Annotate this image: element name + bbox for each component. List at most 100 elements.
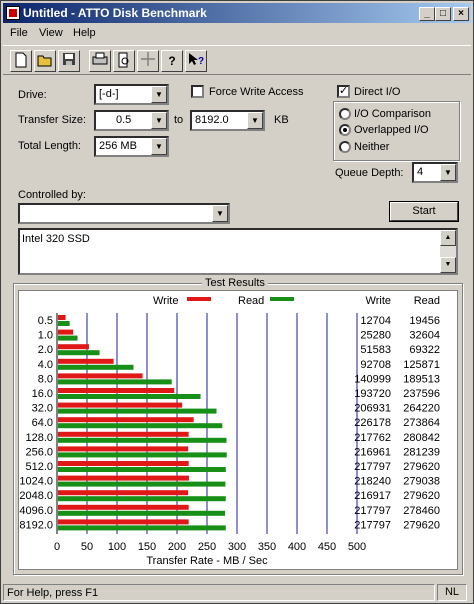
transfer-size-label: Transfer Size: (18, 114, 87, 126)
direct-io-label[interactable]: Direct I/O (354, 86, 400, 98)
transfer-from-select[interactable]: 0.5 ▼ (94, 110, 169, 131)
status-bar: For Help, press F1 NL (3, 583, 471, 602)
drive-label: Drive: (18, 89, 47, 101)
x-tick-label: 500 (348, 541, 366, 553)
neither-radio[interactable] (339, 141, 351, 153)
read-bar (58, 350, 100, 356)
total-length-select[interactable]: 256 MB ▼ (94, 136, 169, 157)
print-icon[interactable] (89, 50, 111, 72)
app-window: Untitled - ATTO Disk Benchmark _ □ × Fil… (0, 0, 474, 604)
open-icon[interactable] (34, 50, 56, 72)
x-axis-label: Transfer Rate - MB / Sec (146, 555, 268, 567)
chevron-down-icon[interactable]: ▼ (440, 164, 456, 181)
read-value: 19456 (409, 315, 440, 327)
y-tick-label: 16.0 (32, 388, 53, 400)
read-value: 273864 (403, 417, 440, 429)
write-value: 206931 (354, 403, 391, 415)
direct-io-checkbox[interactable]: ✓ (337, 85, 350, 98)
y-tick-label: 4096.0 (19, 505, 53, 517)
write-bar (58, 504, 189, 510)
results-chart-panel: 0 50 100 150 200 250 300 350 400 450 500 Transfer R… (18, 290, 458, 570)
app-icon (6, 6, 20, 20)
numlock-indicator: NL (437, 584, 467, 601)
overlapped-io-radio[interactable] (339, 124, 351, 136)
write-value: 193720 (354, 388, 391, 400)
write-bar (58, 344, 89, 350)
read-value: 280842 (403, 432, 440, 444)
chevron-down-icon[interactable]: ▼ (247, 112, 263, 129)
read-bar (58, 379, 172, 385)
read-bar (58, 525, 226, 531)
neither-label[interactable]: Neither (354, 141, 389, 153)
controlled-by-label: Controlled by: (18, 189, 86, 201)
save-icon[interactable] (58, 50, 80, 72)
write-bar (58, 402, 183, 408)
help-icon[interactable]: ? (161, 50, 183, 72)
read-value: 69322 (409, 344, 440, 356)
y-tick-label: 512.0 (25, 461, 53, 473)
force-write-label[interactable]: Force Write Access (209, 86, 304, 98)
overlapped-io-label[interactable]: Overlapped I/O (354, 124, 429, 136)
y-tick-label: 2.0 (38, 344, 53, 356)
start-button[interactable]: Start (389, 201, 459, 222)
controlled-by-select[interactable]: ▼ (18, 203, 230, 224)
y-tick-label: 256.0 (25, 446, 53, 458)
transfer-to-select[interactable]: 8192.0 ▼ (190, 110, 265, 131)
scroll-down-icon[interactable]: ▼ (440, 257, 456, 273)
y-tick-label: 64.0 (32, 417, 53, 429)
read-bar (58, 321, 70, 326)
x-tick-label: 250 (198, 541, 216, 553)
maximize-button[interactable]: □ (435, 7, 451, 21)
read-bar (58, 408, 217, 414)
close-button[interactable]: × (453, 7, 469, 21)
force-write-checkbox[interactable] (191, 85, 204, 98)
write-column-header: Write (366, 295, 391, 307)
new-icon[interactable] (10, 50, 32, 72)
title-bar[interactable]: Untitled - ATTO Disk Benchmark _ □ × (3, 3, 471, 23)
x-tick-label: 350 (258, 541, 276, 553)
chevron-down-icon[interactable]: ▼ (212, 205, 228, 222)
scroll-up-icon[interactable]: ▲ (440, 230, 456, 246)
read-bar (58, 481, 226, 487)
write-value: 12704 (360, 315, 391, 327)
read-bar (58, 364, 134, 370)
read-value: 279620 (403, 490, 440, 502)
move-icon[interactable] (137, 50, 159, 72)
chevron-down-icon[interactable]: ▼ (151, 112, 167, 129)
queue-depth-select[interactable]: 4 ▼ (412, 162, 458, 183)
svg-text:?: ? (198, 56, 204, 67)
read-column-header: Read (414, 295, 440, 307)
menu-file[interactable]: File (10, 27, 28, 39)
chevron-down-icon[interactable]: ▼ (151, 86, 167, 103)
print-preview-icon[interactable] (113, 50, 135, 72)
write-value: 140999 (354, 373, 391, 385)
queue-depth-label: Queue Depth: (335, 167, 404, 179)
read-value: 125871 (403, 359, 440, 371)
x-tick-label: 150 (138, 541, 156, 553)
vertical-scrollbar[interactable]: ▲ ▼ (440, 230, 456, 273)
read-value: 32604 (409, 330, 440, 342)
read-bar (58, 510, 226, 516)
io-comparison-radio[interactable] (339, 108, 351, 120)
start-label: Start (412, 205, 436, 217)
status-text: For Help, press F1 (7, 587, 99, 599)
write-value: 92708 (360, 359, 391, 371)
chevron-down-icon[interactable]: ▼ (151, 138, 167, 155)
read-bar (58, 496, 226, 502)
menu-help[interactable]: Help (73, 27, 96, 39)
io-comparison-label[interactable]: I/O Comparison (354, 108, 431, 120)
write-value: 226178 (354, 417, 391, 429)
drive-select[interactable]: [-d-] ▼ (94, 84, 169, 105)
read-bar (58, 394, 201, 399)
context-help-icon[interactable]: ? (185, 50, 207, 72)
description-text: Intel 320 SSD (22, 233, 90, 245)
read-bar (58, 437, 227, 443)
menu-view[interactable]: View (39, 27, 63, 39)
kb-label: KB (274, 114, 289, 126)
x-tick-label: 400 (288, 541, 306, 553)
toolbar: ? ? (3, 45, 471, 75)
read-bar (58, 335, 78, 341)
x-tick-label: 0 (54, 541, 60, 553)
description-field[interactable]: Intel 320 SSD ▲ ▼ (18, 228, 458, 275)
minimize-button[interactable]: _ (419, 7, 435, 21)
